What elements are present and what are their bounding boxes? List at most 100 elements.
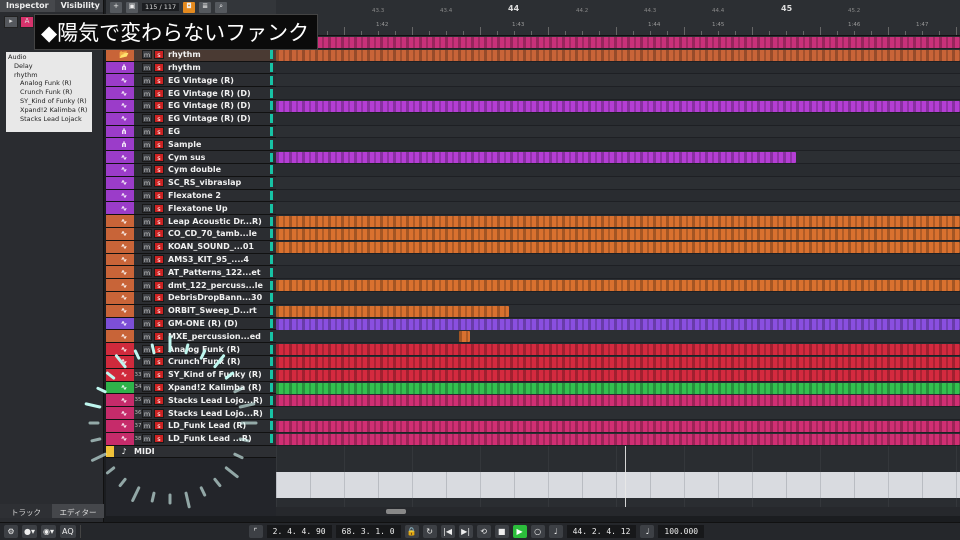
- solo-button[interactable]: s: [154, 434, 164, 444]
- track-row-midi[interactable]: ♪ MIDI: [106, 445, 276, 459]
- track-lane[interactable]: [276, 407, 960, 420]
- solo-button[interactable]: s: [154, 331, 164, 341]
- track-row[interactable]: ∿ m s EG Vintage (R) (D): [106, 87, 276, 100]
- left-locator-field[interactable]: 2. 4. 4. 90: [266, 525, 332, 538]
- track-row[interactable]: ∿ m s Crunch Funk (R): [106, 356, 276, 369]
- track-lane[interactable]: [276, 202, 960, 216]
- track-lane[interactable]: [276, 189, 960, 203]
- expand-icon[interactable]: ▸: [4, 16, 18, 28]
- track-row[interactable]: ∿ 34 m s Xpand!2 Kalimba (R): [106, 381, 276, 395]
- track-lane[interactable]: [276, 253, 960, 267]
- tree-item[interactable]: Stacks Lead Lojack: [8, 115, 90, 124]
- track-row[interactable]: ∿ m s GM-ONE (R) (D): [106, 317, 276, 331]
- aq-button[interactable]: AQ: [60, 525, 76, 538]
- solo-button[interactable]: s: [154, 382, 164, 392]
- tree-item[interactable]: Xpand!2 Kalimba (R): [8, 106, 90, 115]
- audio-clip[interactable]: [276, 395, 960, 407]
- metronome-icon[interactable]: ♩: [548, 525, 563, 538]
- track-row[interactable]: ⋔ m s EG: [106, 125, 276, 139]
- solo-button[interactable]: s: [154, 126, 164, 136]
- tempo-field[interactable]: 100.000: [658, 525, 705, 538]
- mute-button[interactable]: m: [142, 293, 152, 303]
- mute-button[interactable]: m: [142, 114, 152, 124]
- solo-button[interactable]: s: [154, 165, 164, 175]
- solo-button[interactable]: s: [154, 267, 164, 277]
- tree-item[interactable]: rhythm: [8, 71, 90, 80]
- tree-item[interactable]: SY_Kind of Funky (R): [8, 97, 90, 106]
- track-lane[interactable]: [276, 87, 960, 100]
- right-locator-field[interactable]: 68. 3. 1. 0: [335, 525, 401, 538]
- mute-button[interactable]: m: [142, 280, 152, 290]
- tab-track[interactable]: トラック: [0, 504, 52, 518]
- lock-icon[interactable]: ◘: [183, 1, 196, 13]
- add-track-icon[interactable]: +: [110, 1, 122, 13]
- track-row[interactable]: ∿ 36 m s Stacks Lead Lojo...R): [106, 407, 276, 420]
- track-lane[interactable]: [276, 112, 960, 126]
- search-icon[interactable]: ⌕: [215, 1, 228, 13]
- solo-button[interactable]: s: [154, 101, 164, 111]
- solo-button[interactable]: s: [154, 190, 164, 200]
- audio-clip[interactable]: [276, 357, 960, 368]
- solo-button[interactable]: s: [154, 395, 164, 405]
- audio-clip[interactable]: [276, 344, 960, 356]
- track-row[interactable]: ∿ m s dmt_122_percuss...le: [106, 279, 276, 292]
- audio-clip[interactable]: [459, 331, 471, 343]
- audio-clip[interactable]: [276, 152, 796, 164]
- solo-button[interactable]: s: [154, 139, 164, 149]
- solo-button[interactable]: s: [154, 306, 164, 316]
- solo-button[interactable]: s: [154, 254, 164, 264]
- track-row[interactable]: ∿ m s AMS3_KIT_95_....4: [106, 253, 276, 267]
- solo-button[interactable]: s: [154, 178, 164, 188]
- track-row[interactable]: ∿ m s EG Vintage (R): [106, 74, 276, 88]
- track-row[interactable]: ∿ 37 m s LD_Funk Lead (R): [106, 420, 276, 433]
- mute-button[interactable]: m: [142, 344, 152, 354]
- audio-clip[interactable]: [276, 382, 960, 394]
- track-row[interactable]: ∿ m s Analog Funk (R): [106, 343, 276, 356]
- audio-clip[interactable]: [276, 101, 960, 112]
- solo-button[interactable]: s: [154, 242, 164, 252]
- tempo-icon[interactable]: ♩: [640, 525, 655, 538]
- tab-inspector[interactable]: Inspector: [0, 0, 55, 12]
- mute-button[interactable]: m: [142, 242, 152, 252]
- solo-button[interactable]: s: [154, 344, 164, 354]
- settings-icon[interactable]: ⚙: [4, 525, 18, 538]
- track-row[interactable]: ∿ 35 m s Stacks Lead Lojo...R): [106, 394, 276, 408]
- play-icon[interactable]: ▶: [512, 525, 527, 538]
- audio-clip[interactable]: [276, 433, 960, 445]
- solo-button[interactable]: s: [154, 408, 164, 418]
- track-row[interactable]: ∿ m s EG Vintage (R) (D): [106, 100, 276, 113]
- track-lane[interactable]: [276, 330, 960, 344]
- audio-clip[interactable]: [276, 37, 960, 48]
- track-lane[interactable]: [276, 138, 960, 152]
- mute-button[interactable]: m: [142, 331, 152, 341]
- folder-icon[interactable]: ▣: [126, 1, 138, 13]
- audio-clip[interactable]: [276, 421, 960, 432]
- audio-clip[interactable]: [276, 229, 960, 240]
- list-icon[interactable]: ≣: [199, 1, 212, 13]
- mute-button[interactable]: m: [142, 190, 152, 200]
- track-row[interactable]: ∿ m s Cym double: [106, 164, 276, 177]
- scroll-thumb[interactable]: [386, 509, 406, 514]
- track-row[interactable]: ∿ m s ORBIT_Sweep_D...rt: [106, 304, 276, 318]
- track-row[interactable]: ∿ m s Flexatone 2: [106, 189, 276, 203]
- tree-item[interactable]: Crunch Funk (R): [8, 88, 90, 97]
- mute-button[interactable]: m: [142, 62, 152, 72]
- track-row[interactable]: ∿ 38 m s LD_Funk Lead ...R): [106, 432, 276, 446]
- audio-clip[interactable]: [276, 369, 960, 381]
- solo-button[interactable]: s: [154, 114, 164, 124]
- track-lane[interactable]: [276, 292, 960, 305]
- stop-icon[interactable]: ■: [494, 525, 509, 538]
- track-row[interactable]: ∿ m s CO_CD_70_tamb...le: [106, 228, 276, 241]
- track-row[interactable]: ∿ m s KOAN_SOUND_...01: [106, 240, 276, 254]
- horizontal-scrollbar[interactable]: [276, 507, 960, 516]
- track-lane[interactable]: [276, 74, 960, 88]
- track-lane[interactable]: [276, 164, 960, 177]
- mute-button[interactable]: m: [142, 165, 152, 175]
- mute-button[interactable]: m: [142, 216, 152, 226]
- audio-clip[interactable]: [276, 216, 960, 228]
- tab-editor[interactable]: エディター: [52, 504, 104, 518]
- track-row[interactable]: ∿ 33 m s SY_Kind of Funky (R): [106, 368, 276, 382]
- mute-button[interactable]: m: [142, 318, 152, 328]
- mute-button[interactable]: m: [142, 203, 152, 213]
- track-row[interactable]: ∿ m s MXE_percussion...ed: [106, 330, 276, 344]
